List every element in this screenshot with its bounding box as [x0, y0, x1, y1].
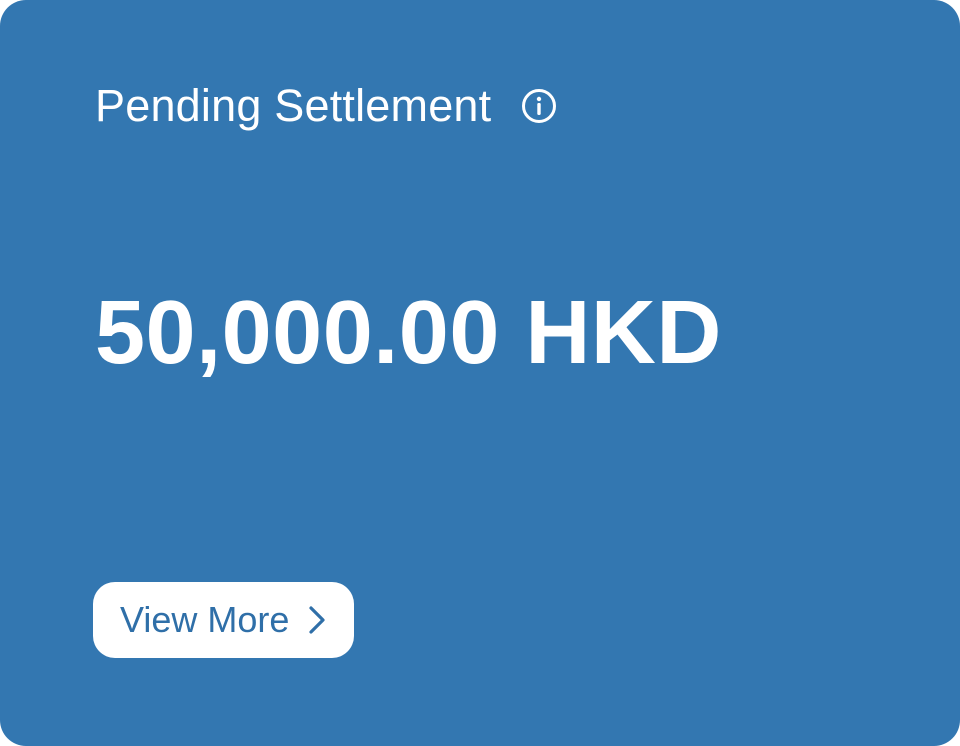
- info-icon[interactable]: [521, 88, 557, 124]
- pending-settlement-amount: 50,000.00 HKD: [95, 283, 722, 383]
- view-more-label: View More: [120, 599, 290, 640]
- card-header: Pending Settlement: [95, 78, 557, 134]
- card-title: Pending Settlement: [95, 80, 492, 131]
- pending-settlement-card: Pending Settlement 50,000.00 HKD View Mo…: [0, 0, 960, 746]
- chevron-right-icon: [307, 582, 327, 658]
- view-more-button[interactable]: View More: [93, 582, 354, 658]
